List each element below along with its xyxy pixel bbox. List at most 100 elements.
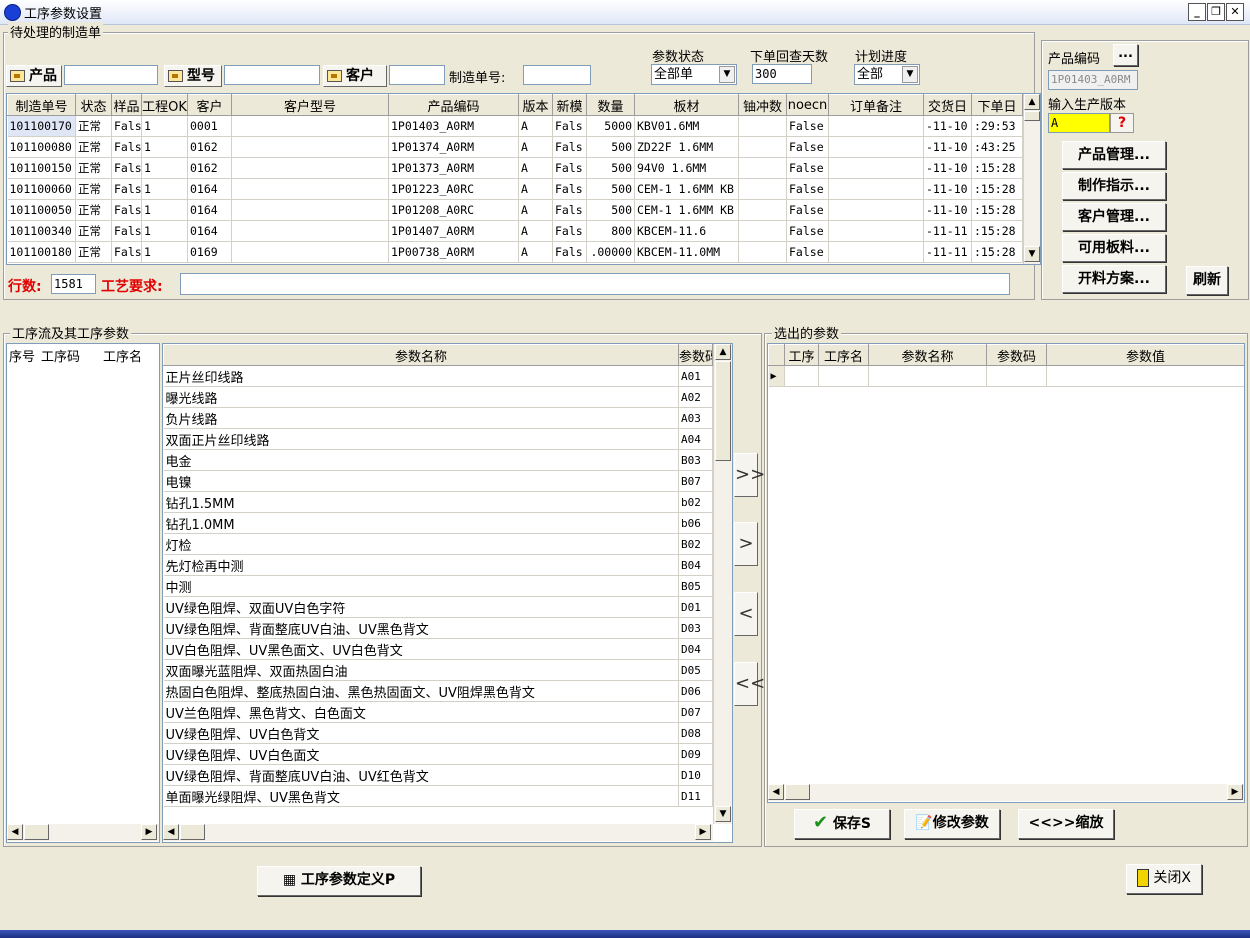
scroll-down-icon[interactable]: ▼ bbox=[715, 806, 731, 822]
scroll-thumb[interactable] bbox=[24, 824, 49, 840]
scroll-right-icon[interactable]: ▶ bbox=[1227, 784, 1243, 800]
list-item[interactable]: 灯检 B02 bbox=[163, 533, 713, 555]
orders-col-header[interactable]: 订单备注 bbox=[828, 94, 924, 116]
scroll-up-icon[interactable]: ▲ bbox=[1024, 94, 1040, 110]
add-button[interactable]: > bbox=[734, 522, 758, 566]
lookback-days-input[interactable]: 300 bbox=[752, 64, 812, 84]
customer-input[interactable] bbox=[389, 65, 445, 85]
list-item[interactable]: 电金 B03 bbox=[163, 449, 713, 471]
order-no-input[interactable] bbox=[523, 65, 591, 85]
scroll-up-icon[interactable]: ▲ bbox=[715, 344, 731, 360]
param-status-select[interactable]: 全部单 ▼ bbox=[651, 64, 737, 85]
list-item[interactable]: 热固白色阻焊、整底热固白油、黑色热固面文、UV阻焊黑色背文 D06 bbox=[163, 680, 713, 702]
available-board-button[interactable]: 可用板料... bbox=[1062, 234, 1166, 262]
list-item[interactable]: UV绿色阻焊、背面整底UV白油、UV红色背文 D10 bbox=[163, 764, 713, 786]
orders-grid[interactable]: 制造单号 状态 样品 工程OK 客户 客户型号 产品编码 版本 新模 数量 板材 铀冲数 noecn 订单… bbox=[6, 93, 1041, 265]
param-vscroll[interactable]: ▲ ▼ bbox=[713, 344, 732, 824]
list-item[interactable]: UV白色阻焊、UV黑色面文、UV白色背文 D04 bbox=[163, 638, 713, 660]
product-mgmt-button[interactable]: 产品管理... bbox=[1062, 141, 1166, 169]
orders-vscroll[interactable]: ▲ ▼ bbox=[1023, 94, 1040, 264]
scroll-left-icon[interactable]: ◀ bbox=[768, 784, 784, 800]
orders-col-header[interactable]: 新模 bbox=[552, 94, 587, 116]
orders-col-header[interactable]: 版本 bbox=[518, 94, 553, 116]
list-item[interactable]: 钻孔1.0MM b06 bbox=[163, 512, 713, 534]
scroll-right-icon[interactable]: ▶ bbox=[695, 824, 711, 840]
selected-col-header[interactable]: 参数值 bbox=[1046, 344, 1244, 366]
product-code-browse-button[interactable]: ... bbox=[1113, 44, 1138, 66]
scroll-thumb[interactable] bbox=[715, 361, 731, 461]
selected-grid[interactable]: 工序 工序名 参数名称 参数码 参数值 ▶ ◀ ▶ bbox=[767, 343, 1245, 803]
list-item[interactable]: UV兰色阻焊、黑色背文、白色面文 D07 bbox=[163, 701, 713, 723]
list-item[interactable]: 双面曝光蓝阻焊、双面热固白油 D05 bbox=[163, 659, 713, 681]
minimize-button[interactable]: _ bbox=[1188, 3, 1206, 21]
list-item[interactable]: 单面曝光绿阻焊、UV黑色背文 D11 bbox=[163, 785, 713, 807]
selected-col-header[interactable]: 工序名 bbox=[818, 344, 869, 366]
list-item[interactable]: 负片线路 A03 bbox=[163, 407, 713, 429]
list-item[interactable]: UV绿色阻焊、背面整底UV白油、UV黑色背文 D03 bbox=[163, 617, 713, 639]
flow-hscroll[interactable]: ◀ ▶ bbox=[7, 824, 159, 841]
orders-col-header[interactable]: 样品 bbox=[111, 94, 142, 116]
product-input[interactable] bbox=[64, 65, 158, 85]
modify-params-button[interactable]: 📝修改参数 bbox=[904, 809, 1000, 839]
table-row[interactable]: 101100180 正常 Fals 1 0169 1P00738_A0RM A Fals .00… bbox=[7, 241, 1023, 263]
scroll-right-icon[interactable]: ▶ bbox=[141, 824, 157, 840]
selected-col-header[interactable]: 参数名称 bbox=[868, 344, 987, 366]
orders-col-header[interactable]: 板材 bbox=[634, 94, 739, 116]
model-input[interactable] bbox=[224, 65, 320, 85]
scroll-thumb[interactable] bbox=[785, 784, 810, 800]
scroll-thumb[interactable] bbox=[1024, 111, 1040, 121]
orders-col-header[interactable]: 下单日 bbox=[971, 94, 1023, 116]
remove-button[interactable]: < bbox=[734, 592, 758, 636]
orders-col-header[interactable]: 状态 bbox=[75, 94, 112, 116]
table-row[interactable]: ▶ bbox=[768, 365, 1244, 387]
model-pick-button[interactable]: 型号 bbox=[164, 65, 222, 87]
scroll-thumb[interactable] bbox=[180, 824, 205, 840]
table-row[interactable]: 101100150 正常 Fals 1 0162 1P01373_A0RM A Fals 500… bbox=[7, 157, 1023, 179]
selected-col-header[interactable]: 工序 bbox=[784, 344, 819, 366]
orders-col-header[interactable]: 数量 bbox=[586, 94, 635, 116]
version-input[interactable]: A bbox=[1048, 113, 1110, 133]
orders-col-header[interactable]: 交货日 bbox=[923, 94, 972, 116]
table-row[interactable]: 101100340 正常 Fals 1 0164 1P01407_A0RM A Fals 800… bbox=[7, 220, 1023, 242]
list-item[interactable]: 钻孔1.5MM b02 bbox=[163, 491, 713, 513]
remove-all-button[interactable]: << bbox=[734, 662, 765, 706]
scroll-down-icon[interactable]: ▼ bbox=[1024, 246, 1040, 262]
list-item[interactable]: UV绿色阻焊、UV白色背文 D08 bbox=[163, 722, 713, 744]
param-col-header[interactable]: 参数码 bbox=[678, 344, 713, 366]
selected-hscroll[interactable]: ◀ ▶ bbox=[768, 784, 1244, 801]
process-req-input[interactable] bbox=[180, 273, 1010, 295]
orders-col-header[interactable]: noecn bbox=[786, 94, 829, 116]
save-button[interactable]: ✔ 保存S bbox=[794, 809, 890, 839]
param-grid[interactable]: 参数名称参数码 正片丝印线路A01曝光线路A02负片线路A03双面正片丝印线路A… bbox=[162, 343, 733, 843]
orders-col-header[interactable]: 产品编码 bbox=[388, 94, 519, 116]
scroll-left-icon[interactable]: ◀ bbox=[7, 824, 23, 840]
restore-button[interactable]: ❐ bbox=[1207, 3, 1225, 21]
orders-col-header[interactable]: 铀冲数 bbox=[738, 94, 787, 116]
close-button[interactable]: 关闭X bbox=[1126, 864, 1202, 894]
define-params-button[interactable]: ▦ 工序参数定义P bbox=[257, 866, 421, 896]
refresh-button[interactable]: 刷新 bbox=[1186, 266, 1228, 295]
list-item[interactable]: 电镍 B07 bbox=[163, 470, 713, 492]
table-row[interactable]: 101100060 正常 Fals 1 0164 1P01223_A0RC A Fals 500… bbox=[7, 178, 1023, 200]
orders-col-header[interactable]: 客户 bbox=[187, 94, 232, 116]
list-item[interactable]: UV绿色阻焊、UV白色面文 D09 bbox=[163, 743, 713, 765]
cutting-plan-button[interactable]: 开料方案... bbox=[1062, 265, 1166, 293]
orders-col-header[interactable]: 工程OK bbox=[141, 94, 188, 116]
make-instruction-button[interactable]: 制作指示... bbox=[1062, 172, 1166, 200]
add-all-button[interactable]: >> bbox=[734, 453, 765, 497]
help-icon[interactable]: ? bbox=[1110, 113, 1134, 133]
list-item[interactable]: 曝光线路 A02 bbox=[163, 386, 713, 408]
customer-mgmt-button[interactable]: 客户管理... bbox=[1062, 203, 1166, 231]
customer-pick-button[interactable]: 客户 bbox=[323, 65, 387, 87]
close-window-button[interactable]: ✕ bbox=[1226, 3, 1244, 21]
scroll-left-icon[interactable]: ◀ bbox=[163, 824, 179, 840]
list-item[interactable]: UV绿色阻焊、双面UV白色字符 D01 bbox=[163, 596, 713, 618]
list-item[interactable]: 双面正片丝印线路 A04 bbox=[163, 428, 713, 450]
flow-list[interactable]: 序号 工序码 工序名 ◀ ▶ bbox=[6, 343, 160, 843]
list-item[interactable]: 正片丝印线路 A01 bbox=[163, 365, 713, 387]
table-row[interactable]: 101100080 正常 Fals 1 0162 1P01374_A0RM A Fals 500… bbox=[7, 136, 1023, 158]
zoom-button[interactable]: <<>>缩放 bbox=[1018, 809, 1114, 839]
orders-col-header[interactable]: 客户型号 bbox=[231, 94, 389, 116]
param-hscroll[interactable]: ◀ ▶ bbox=[163, 824, 713, 841]
table-row[interactable]: 101100050 正常 Fals 1 0164 1P01208_A0RC A Fals 500… bbox=[7, 199, 1023, 221]
